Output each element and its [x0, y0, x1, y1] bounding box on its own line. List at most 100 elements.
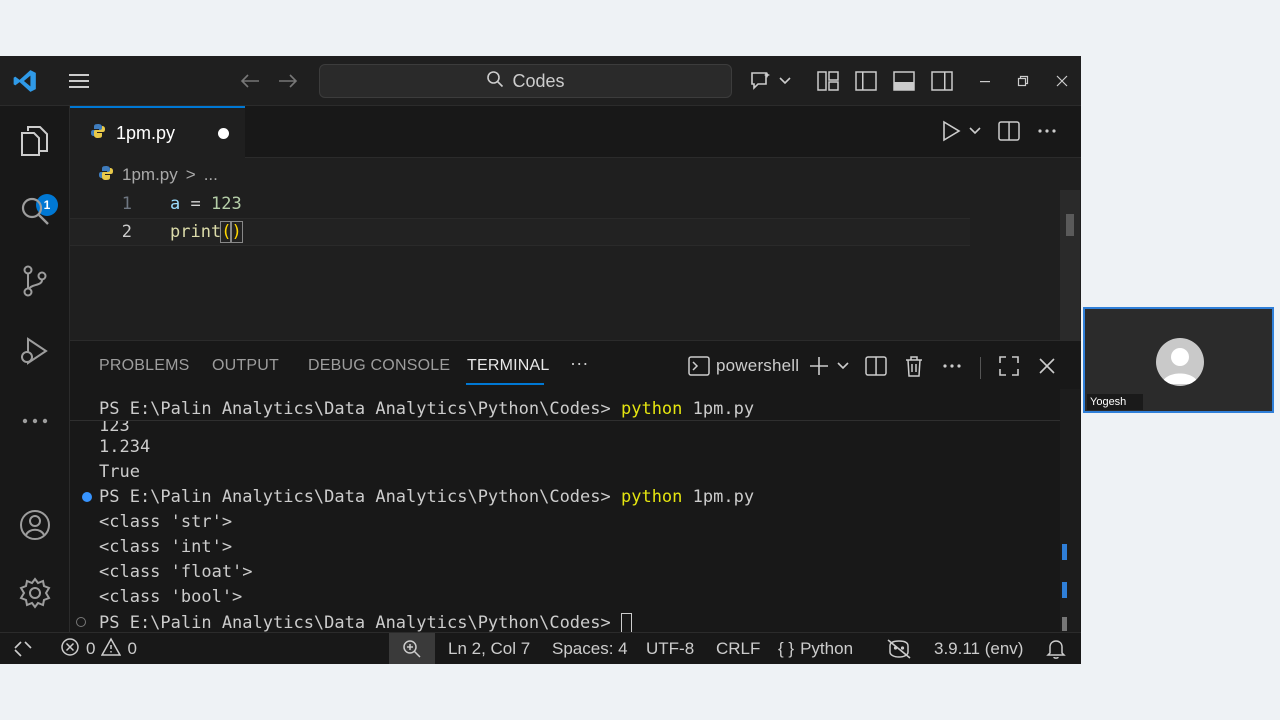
run-debug-icon[interactable]: [14, 330, 56, 372]
active-tab-indicator: [466, 383, 544, 385]
terminal-line: <class 'bool'>: [99, 587, 243, 607]
unsaved-dot-icon[interactable]: [218, 128, 229, 139]
error-icon: [60, 637, 80, 662]
code-line-1: 1 a = 123: [70, 190, 970, 218]
search-icon[interactable]: [14, 190, 56, 232]
toolbar-divider: [980, 357, 981, 379]
indentation[interactable]: Spaces: 4: [552, 638, 628, 660]
operator-token: =: [180, 194, 211, 214]
menu-icon[interactable]: [66, 68, 92, 94]
code-editor[interactable]: 1 a = 123 2 print(): [70, 190, 1060, 340]
breadcrumb-more[interactable]: ...: [204, 165, 218, 185]
tab-terminal[interactable]: TERMINAL: [467, 357, 550, 375]
copilot-disabled-icon[interactable]: [886, 638, 912, 660]
settings-gear-icon[interactable]: [14, 572, 56, 614]
participant-video-tile: Yogesh: [1083, 307, 1274, 413]
problems-status[interactable]: 0 0: [60, 636, 137, 662]
editor-tabs: 1pm.py: [70, 106, 1081, 158]
function-token: print: [170, 222, 222, 242]
breadcrumb-file[interactable]: 1pm.py: [122, 165, 178, 185]
command-args: 1pm.py: [682, 487, 755, 507]
minimize-icon[interactable]: [972, 68, 998, 94]
command-text: python: [620, 399, 683, 419]
run-python-icon[interactable]: [938, 118, 964, 144]
source-control-icon[interactable]: [14, 260, 56, 302]
terminal-line: 1.234: [99, 437, 151, 457]
activity-bar: 1: [0, 106, 70, 632]
remote-indicator-icon[interactable]: [13, 638, 33, 660]
paren-open-token: (: [220, 221, 233, 243]
tab-1pm-py[interactable]: 1pm.py: [70, 106, 245, 158]
zoom-icon[interactable]: [389, 633, 435, 664]
run-chevron-down-icon[interactable]: [962, 118, 988, 144]
notifications-bell-icon[interactable]: [1046, 638, 1066, 660]
kill-terminal-trash-icon[interactable]: [901, 353, 927, 379]
cursor-position[interactable]: Ln 2, Col 7: [448, 638, 530, 660]
split-terminal-icon[interactable]: [863, 353, 889, 379]
chevron-down-icon[interactable]: [772, 68, 798, 94]
number-token: 123: [210, 194, 242, 214]
error-count: 0: [86, 639, 96, 658]
forward-arrow-icon[interactable]: [275, 68, 301, 94]
toggle-secondary-sidebar-icon[interactable]: [929, 68, 955, 94]
python-file-icon: [90, 123, 106, 144]
panel-more-tabs[interactable]: ···: [570, 353, 589, 374]
scroll-thumb[interactable]: [1066, 214, 1074, 236]
account-icon[interactable]: [14, 504, 56, 546]
layout-customize-icon[interactable]: [815, 68, 841, 94]
toggle-panel-icon[interactable]: [891, 68, 917, 94]
vscode-window: Codes 1 1pm.py 1pm.py > ... 1 a = 123 2 …: [0, 56, 1081, 664]
code-content: print(): [170, 221, 243, 243]
close-icon[interactable]: [1049, 68, 1075, 94]
title-bar: Codes: [0, 56, 1081, 106]
status-bar: 0 0 Ln 2, Col 7 Spaces: 4 UTF-8 CRLF { }…: [0, 632, 1081, 664]
python-interpreter[interactable]: 3.9.11 (env): [934, 638, 1023, 660]
search-icon: [486, 70, 504, 93]
line-number: 2: [121, 222, 132, 242]
terminal-scrollbar[interactable]: [1060, 389, 1080, 633]
terminal-shell-icon[interactable]: [686, 353, 712, 379]
paren-close-token: ): [230, 221, 243, 243]
tab-output[interactable]: OUTPUT: [212, 357, 279, 375]
language-label: Python: [800, 639, 854, 658]
back-arrow-icon[interactable]: [237, 68, 263, 94]
scroll-marker: [1062, 582, 1067, 598]
command-args: 1pm.py: [682, 399, 755, 419]
breadcrumb-separator: >: [185, 165, 196, 184]
tab-problems[interactable]: PROBLEMS: [99, 357, 190, 375]
editor-scrollbar[interactable]: [1060, 190, 1080, 340]
explorer-icon[interactable]: [14, 120, 56, 162]
terminal-chevron-down-icon[interactable]: [830, 353, 856, 379]
participant-name: Yogesh: [1087, 394, 1143, 410]
variable-token: a: [170, 194, 181, 214]
encoding[interactable]: UTF-8: [646, 638, 694, 660]
language-mode[interactable]: { } Python: [778, 638, 853, 660]
avatar: [1156, 338, 1204, 386]
command-decoration-empty-icon[interactable]: [76, 617, 86, 627]
more-icon[interactable]: [14, 400, 56, 442]
terminal-output[interactable]: PS E:\Palin Analytics\Data Analytics\Pyt…: [70, 393, 1060, 633]
editor-more-icon[interactable]: [1034, 118, 1060, 144]
copilot-icon[interactable]: [748, 68, 774, 94]
toggle-sidebar-icon[interactable]: [853, 68, 879, 94]
prompt-text: PS E:\Palin Analytics\Data Analytics\Pyt…: [99, 487, 621, 507]
terminal-line: <class 'int'>: [99, 537, 233, 557]
tab-debug-console[interactable]: DEBUG CONSOLE: [308, 357, 450, 375]
terminal-more-icon[interactable]: [939, 353, 965, 379]
python-file-icon: [98, 165, 114, 186]
terminal-line: <class 'float'>: [99, 562, 253, 582]
warning-icon: [101, 636, 122, 662]
command-center-search[interactable]: Codes: [319, 64, 732, 98]
braces-icon: { }: [778, 639, 795, 658]
terminal-line: <class 'str'>: [99, 512, 233, 532]
panel-tabs: PROBLEMS OUTPUT DEBUG CONSOLE TERMINAL ·…: [70, 341, 1081, 389]
maximize-panel-icon[interactable]: [996, 353, 1022, 379]
close-panel-icon[interactable]: [1034, 353, 1060, 379]
new-terminal-plus-icon[interactable]: [806, 353, 832, 379]
shell-label[interactable]: powershell: [716, 356, 799, 376]
line-endings[interactable]: CRLF: [716, 638, 760, 660]
code-content: a = 123: [170, 194, 242, 214]
split-editor-icon[interactable]: [996, 118, 1022, 144]
command-decoration-icon[interactable]: [82, 492, 92, 502]
restore-icon[interactable]: [1010, 68, 1036, 94]
